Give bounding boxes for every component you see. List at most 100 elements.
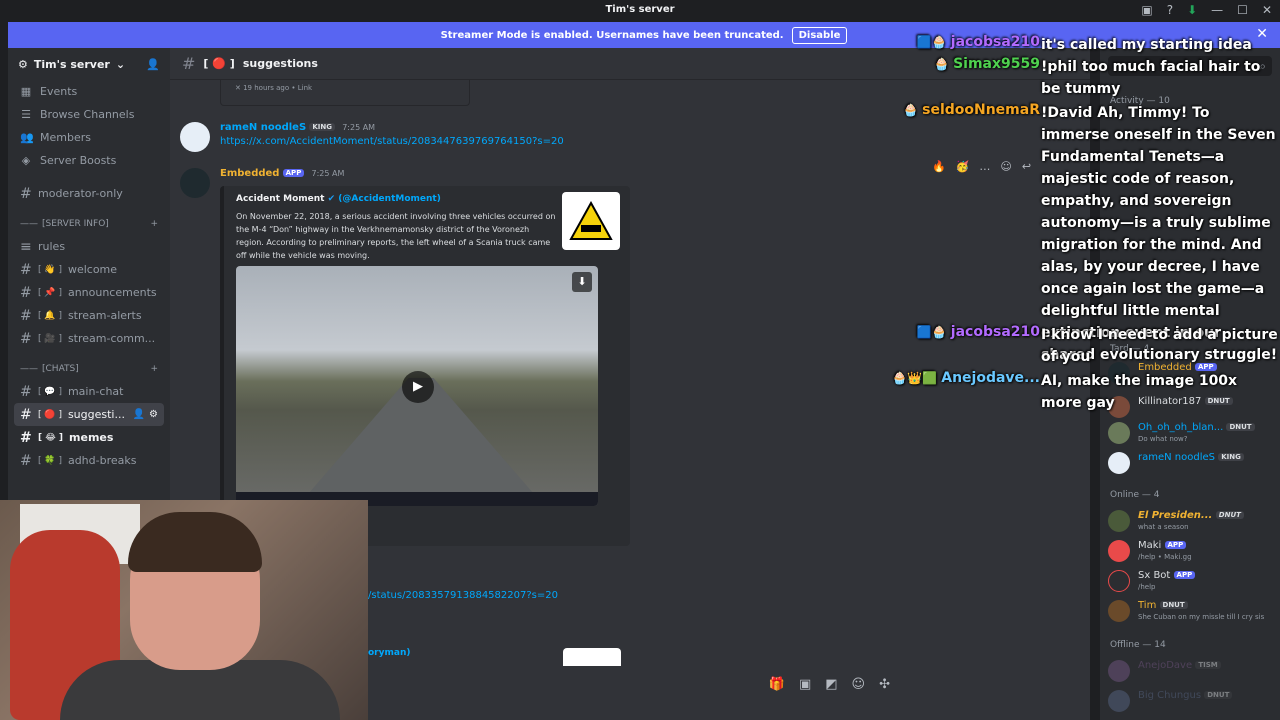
nav-server-boosts[interactable]: ◈ Server Boosts bbox=[8, 149, 170, 172]
avatar[interactable] bbox=[180, 168, 210, 198]
member-name: El Presiden... bbox=[1138, 510, 1213, 521]
add-channel-icon[interactable]: + bbox=[150, 219, 158, 229]
message-time: 7:25 AM bbox=[342, 123, 376, 132]
avatar bbox=[1108, 690, 1130, 712]
invite-icon[interactable]: 👤 bbox=[133, 409, 145, 420]
channel-welcome[interactable]: # [ 👋 ] welcome bbox=[8, 258, 170, 281]
composer-icons: 🎁 ▣ ◩ ☺ ✣ bbox=[769, 677, 890, 692]
hash-icon: # bbox=[20, 429, 32, 446]
server-header[interactable]: ⚙ Tim's server ⌄ 👤 bbox=[8, 48, 170, 80]
member-tag: APP bbox=[1164, 541, 1187, 549]
inbox-icon[interactable]: ▣ bbox=[1141, 3, 1152, 17]
apps-icon[interactable]: ✣ bbox=[879, 677, 890, 692]
channel-rules[interactable]: ≡ rules bbox=[8, 235, 170, 258]
member-item[interactable]: El Presiden... DNUT what a season bbox=[1108, 508, 1278, 534]
hash-icon: # bbox=[20, 307, 32, 324]
message-link[interactable]: https://x.com/AccidentMoment/status/2083… bbox=[220, 136, 564, 147]
maximize-icon[interactable]: ☐ bbox=[1237, 3, 1248, 17]
member-item[interactable]: Sx Bot APP /help bbox=[1108, 568, 1278, 594]
member-item[interactable]: Oh_oh_oh_blan... DNUT Do what now? bbox=[1108, 420, 1278, 446]
member-name-wrap: Maki APP bbox=[1138, 540, 1187, 551]
window-titlebar: Tim's server ▣ ? ⬇ — ☐ ✕ bbox=[0, 0, 1280, 22]
download-icon[interactable]: ⬇ bbox=[1187, 3, 1197, 17]
close-window-icon[interactable]: ✕ bbox=[1262, 3, 1272, 17]
nav-events[interactable]: ▦ Events bbox=[8, 80, 170, 103]
nav-browse-channels[interactable]: ☰ Browse Channels bbox=[8, 103, 170, 126]
minimize-icon[interactable]: — bbox=[1211, 3, 1223, 17]
channel-emoji: [ 😂 ] bbox=[38, 432, 64, 443]
embed-video[interactable]: ⬇ ▶ bbox=[236, 266, 598, 506]
member-name-wrap: rameN noodleS KING bbox=[1138, 452, 1244, 463]
gif-icon[interactable]: ▣ bbox=[799, 677, 811, 692]
avatar[interactable] bbox=[180, 122, 210, 152]
message-author[interactable]: Embedded bbox=[220, 168, 279, 179]
member-item[interactable]: Maki APP /help • Maki.gg bbox=[1108, 538, 1278, 564]
chat-username-text: seldooNnemaR bbox=[922, 102, 1040, 118]
server-icon: ⚙ bbox=[18, 57, 28, 71]
member-status: what a season bbox=[1138, 523, 1189, 531]
member-status: Do what now? bbox=[1138, 435, 1188, 443]
embed-handle: (@AccidentMoment) bbox=[338, 194, 441, 204]
category-server-info[interactable]: —— [SERVER INFO] + bbox=[8, 213, 170, 235]
channel-emoji: [ 🍀 ] bbox=[38, 455, 62, 466]
channel-memes[interactable]: # [ 😂 ] memes bbox=[8, 426, 170, 449]
channel-emoji: [ 🔴 ] bbox=[203, 57, 235, 70]
window-title: Tim's server bbox=[605, 4, 675, 15]
hash-icon: # bbox=[20, 383, 32, 400]
member-name: Sx Bot bbox=[1138, 570, 1171, 581]
message-link[interactable]: /status/2083357913884582207?s=20 bbox=[368, 590, 558, 601]
channel-adhd-breaks[interactable]: # [ 🍀 ] adhd-breaks bbox=[8, 449, 170, 472]
member-item[interactable]: Big Chungus DNUT bbox=[1108, 688, 1278, 714]
channel-stream-alerts[interactable]: # [ 🔔 ] stream-alerts bbox=[8, 304, 170, 327]
member-tag: DNUT bbox=[1159, 601, 1188, 609]
message-author[interactable]: rameN noodleS bbox=[220, 122, 306, 133]
chevron-down-icon: ⌄ bbox=[115, 57, 126, 71]
member-name: Tim bbox=[1138, 600, 1157, 611]
nav-members[interactable]: 👥 Members bbox=[8, 126, 170, 149]
embed-thumbnail[interactable] bbox=[562, 192, 620, 250]
embed-thumbnail[interactable] bbox=[563, 648, 621, 666]
chat-username: 🧁👑🟩 Anejodave... bbox=[892, 370, 1040, 386]
channel-main-chat[interactable]: # [ 💬 ] main-chat bbox=[8, 380, 170, 403]
member-item[interactable]: AnejoDave TISM bbox=[1108, 658, 1278, 684]
category-chats[interactable]: —— [CHATS] + bbox=[8, 358, 170, 380]
avatar bbox=[1108, 540, 1130, 562]
warning-sign-icon bbox=[569, 201, 613, 240]
reaction-icon[interactable]: 🥳 bbox=[956, 160, 970, 173]
member-status: /help bbox=[1138, 583, 1156, 591]
channel-stream-comm[interactable]: # [ 🎥 ] stream-comm... bbox=[8, 327, 170, 350]
chat-username-text: Simax9559 bbox=[953, 56, 1040, 72]
member-item[interactable]: Tim DNUT She Cuban on my missle till I c… bbox=[1108, 598, 1278, 624]
reply-icon[interactable]: ↩ bbox=[1022, 160, 1031, 173]
members-icon: 👥 bbox=[20, 131, 34, 144]
hair-image bbox=[128, 512, 262, 572]
gift-icon[interactable]: 🎁 bbox=[769, 677, 785, 692]
add-channel-icon[interactable]: + bbox=[150, 364, 158, 374]
list-icon: ☰ bbox=[21, 108, 31, 121]
category-label: [SERVER INFO] bbox=[42, 219, 109, 229]
add-reaction-icon[interactable]: ☺ bbox=[1000, 160, 1011, 173]
reaction-icon[interactable]: 🔥 bbox=[932, 160, 946, 173]
emoji-icon[interactable]: ☺ bbox=[852, 677, 866, 692]
play-icon[interactable]: ▶ bbox=[402, 371, 434, 403]
more-icon[interactable]: … bbox=[979, 160, 990, 173]
offline-label: Offline — 14 bbox=[1110, 640, 1166, 650]
channel-suggestions[interactable]: # [ 🔴 ] suggesti... 👤 ⚙ bbox=[14, 403, 164, 426]
member-item[interactable]: rameN noodleS KING bbox=[1108, 450, 1278, 476]
download-icon[interactable]: ⬇ bbox=[572, 272, 592, 292]
chat-username: 🧁 seldooNnemaR bbox=[903, 102, 1040, 118]
banner-text: Streamer Mode is enabled. Usernames have… bbox=[440, 29, 784, 41]
channel-label: memes bbox=[69, 431, 114, 444]
embed-handle[interactable]: oryman) bbox=[368, 648, 410, 658]
gear-icon[interactable]: ⚙ bbox=[149, 409, 158, 420]
sticker-icon[interactable]: ◩ bbox=[825, 677, 837, 692]
channel-label: main-chat bbox=[67, 385, 124, 398]
disable-button[interactable]: Disable bbox=[791, 26, 848, 44]
channel-announcements[interactable]: # [ 📌 ] announcements bbox=[8, 281, 170, 304]
invite-icon[interactable]: 👤 bbox=[146, 58, 160, 71]
help-icon[interactable]: ? bbox=[1167, 3, 1173, 17]
channel-moderator-only[interactable]: # moderator-only bbox=[8, 182, 170, 205]
embed-title[interactable]: Accident Moment ✔ (@AccidentMoment) bbox=[236, 194, 441, 204]
badge-icons: 🧁 bbox=[934, 57, 950, 71]
badge-icons: 🧁 bbox=[903, 103, 919, 117]
